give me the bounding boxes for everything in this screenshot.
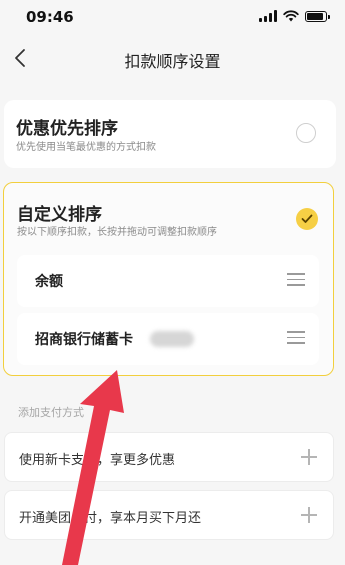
add-new-card-option[interactable]: 使用新卡支付，享更多优惠 bbox=[4, 432, 334, 482]
custom-order-title: 自定义排序 bbox=[17, 205, 102, 225]
custom-order-option[interactable]: 自定义排序 按以下顺序扣款，长按并拖动可调整扣款顺序 余额 招商银行储蓄卡 bbox=[3, 182, 334, 376]
plus-icon bbox=[301, 507, 317, 523]
order-item-label: 招商银行储蓄卡 bbox=[35, 332, 133, 348]
radio-unchecked-icon[interactable] bbox=[296, 123, 316, 143]
wifi-icon bbox=[283, 10, 299, 22]
checkmark-selected-icon[interactable] bbox=[296, 208, 318, 230]
order-item-balance[interactable]: 余额 bbox=[17, 255, 319, 307]
option-label: 开通美团月付，享本月买下月还 bbox=[19, 511, 202, 526]
check-icon bbox=[301, 214, 313, 223]
drag-handle-icon[interactable] bbox=[287, 331, 305, 345]
custom-order-subtitle: 按以下顺序扣款，长按并拖动可调整扣款顺序 bbox=[17, 227, 217, 238]
masked-card-number bbox=[150, 331, 194, 347]
order-item-label: 余额 bbox=[35, 274, 63, 290]
status-icons bbox=[259, 10, 330, 22]
status-time: 09:46 bbox=[26, 8, 74, 26]
option-label: 使用新卡支付，享更多优惠 bbox=[19, 453, 176, 468]
status-bar: 09:46 bbox=[0, 0, 345, 36]
add-payment-section-label: 添加支付方式 bbox=[18, 406, 84, 419]
preferential-order-option[interactable]: 优惠优先排序 优先使用当笔最优惠的方式扣款 bbox=[4, 100, 336, 168]
nav-bar: 扣款顺序设置 bbox=[0, 36, 345, 80]
drag-handle-icon[interactable] bbox=[287, 273, 305, 287]
cellular-signal-icon bbox=[259, 10, 277, 22]
preferential-order-subtitle: 优先使用当笔最优惠的方式扣款 bbox=[16, 142, 156, 153]
page-title: 扣款顺序设置 bbox=[124, 52, 221, 71]
meituan-monthly-pay-option[interactable]: 开通美团月付，享本月买下月还 bbox=[4, 490, 334, 540]
order-item-bank-card[interactable]: 招商银行储蓄卡 bbox=[17, 313, 319, 365]
preferential-order-title: 优惠优先排序 bbox=[16, 119, 118, 139]
plus-icon bbox=[301, 449, 317, 465]
battery-icon bbox=[305, 10, 330, 22]
